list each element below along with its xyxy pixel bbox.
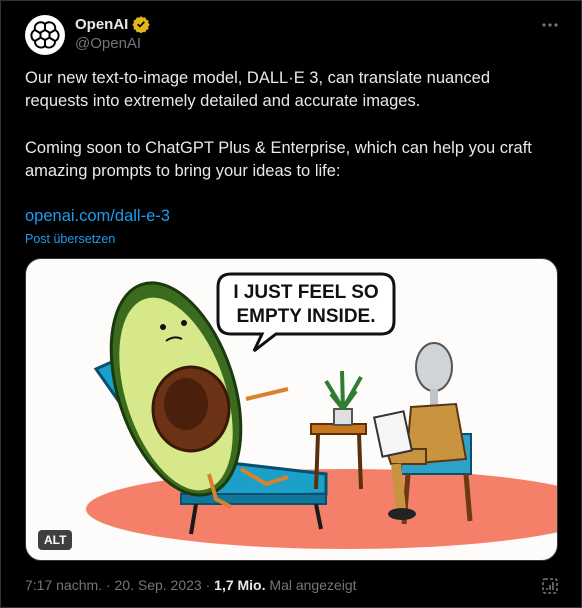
- speech-line-1: I JUST FEEL SO: [233, 282, 378, 303]
- post-link[interactable]: openai.com/dall-e-3: [25, 207, 170, 226]
- dalle-illustration: I JUST FEEL SO EMPTY INSIDE.: [86, 272, 557, 549]
- translate-post-link[interactable]: Post übersetzen: [25, 232, 115, 246]
- post-image[interactable]: I JUST FEEL SO EMPTY INSIDE. ALT: [25, 258, 558, 561]
- paragraph-2-text: Coming soon to ChatGPT Plus & Enterprise…: [25, 139, 532, 180]
- post-text-paragraph-1: Our new text-to-image model, DALL·E 3, c…: [25, 67, 555, 113]
- post-date[interactable]: 20. Sep. 2023: [115, 577, 202, 593]
- avatar[interactable]: [25, 15, 65, 55]
- meta-separator: ·: [102, 577, 115, 593]
- view-label: Mal angezeigt: [265, 577, 357, 593]
- view-stats-icon[interactable]: [539, 575, 561, 597]
- openai-logo-icon: [30, 21, 60, 49]
- author-handle[interactable]: @OpenAI: [75, 35, 141, 52]
- post-card: OpenAI @OpenAI Our new text-to-image mod…: [0, 0, 582, 608]
- verified-badge-icon[interactable]: [132, 15, 151, 33]
- post-time[interactable]: 7:17 nachm.: [25, 577, 102, 593]
- paragraph-1-text: Our new text-to-image model, DALL·E 3, c…: [25, 69, 490, 110]
- author-display-name[interactable]: OpenAI: [75, 16, 128, 33]
- post-text-paragraph-2: Coming soon to ChatGPT Plus & Enterprise…: [25, 137, 555, 183]
- alt-badge[interactable]: ALT: [38, 530, 73, 550]
- speech-line-2: EMPTY INSIDE.: [236, 306, 375, 327]
- meta-separator: ·: [201, 577, 215, 593]
- more-icon[interactable]: [535, 13, 565, 37]
- view-count: 1,7 Mio.: [214, 577, 266, 593]
- author-name-row: OpenAI: [75, 15, 151, 33]
- post-meta: 7:17 nachm. · 20. Sep. 2023 · 1,7 Mio. M…: [25, 577, 357, 593]
